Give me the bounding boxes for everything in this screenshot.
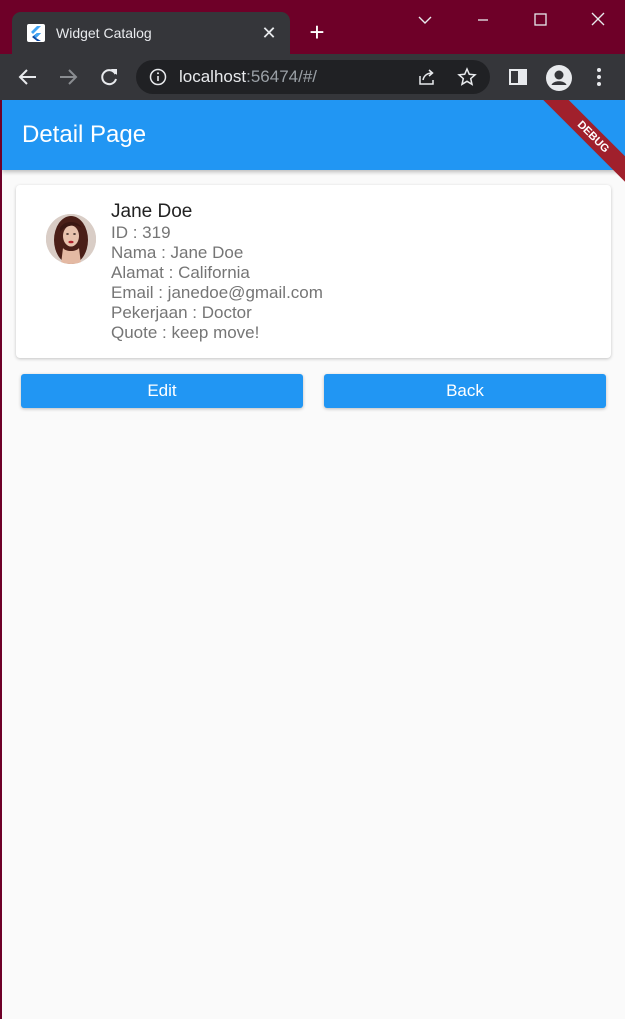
avatar (46, 214, 96, 264)
browser-toolbar: localhost:56474/#/ (0, 54, 625, 100)
flutter-favicon-icon (27, 24, 45, 42)
app-bar: Detail Page (2, 100, 625, 170)
profile-name: Jane Doe (111, 201, 193, 222)
tab-close-icon[interactable]: ✕ (258, 22, 280, 44)
reload-icon[interactable] (97, 65, 121, 89)
side-panel-icon[interactable] (506, 65, 530, 89)
edit-button[interactable]: Edit (21, 374, 303, 408)
more-menu-icon[interactable] (587, 65, 611, 89)
profile-info: Jane Doe ID : 319 Nama : Jane Doe Alamat… (111, 201, 323, 343)
profile-email: Email : janedoe@gmail.com (111, 283, 323, 302)
title-bar: Widget Catalog ✕ + (0, 0, 625, 54)
browser-window: Widget Catalog ✕ + localhost:56474/#/ De… (0, 0, 625, 1019)
page-title: Detail Page (22, 121, 147, 148)
profile-alamat: Alamat : California (111, 263, 250, 282)
profile-nama: Nama : Jane Doe (111, 243, 244, 262)
app-viewport: Detail Page DEBUG Jane Doe ID : 319 Nama… (2, 100, 625, 1019)
profile-card: Jane Doe ID : 319 Nama : Jane Doe Alamat… (16, 185, 611, 358)
back-button[interactable]: Back (324, 374, 606, 408)
site-info-icon[interactable] (149, 68, 167, 91)
minimize-icon[interactable] (469, 8, 497, 32)
close-window-icon[interactable] (584, 8, 612, 32)
profile-pekerjaan: Pekerjaan : Doctor (111, 303, 252, 322)
address-bar[interactable]: localhost:56474/#/ (136, 60, 490, 94)
profile-avatar-icon[interactable] (545, 64, 573, 92)
bookmark-star-icon[interactable] (457, 67, 477, 92)
share-icon[interactable] (417, 67, 437, 92)
tab-title: Widget Catalog (56, 25, 152, 41)
profile-quote: Quote : keep move! (111, 323, 260, 342)
url-text[interactable]: localhost:56474/#/ (179, 68, 317, 86)
profile-id: ID : 319 (111, 223, 171, 242)
new-tab-icon[interactable]: + (305, 19, 329, 45)
back-arrow-icon[interactable] (16, 65, 40, 89)
maximize-icon[interactable] (526, 8, 554, 32)
browser-tab[interactable]: Widget Catalog ✕ (12, 12, 290, 54)
tab-search-chevron-icon[interactable] (411, 8, 439, 32)
forward-arrow-icon[interactable] (56, 65, 80, 89)
